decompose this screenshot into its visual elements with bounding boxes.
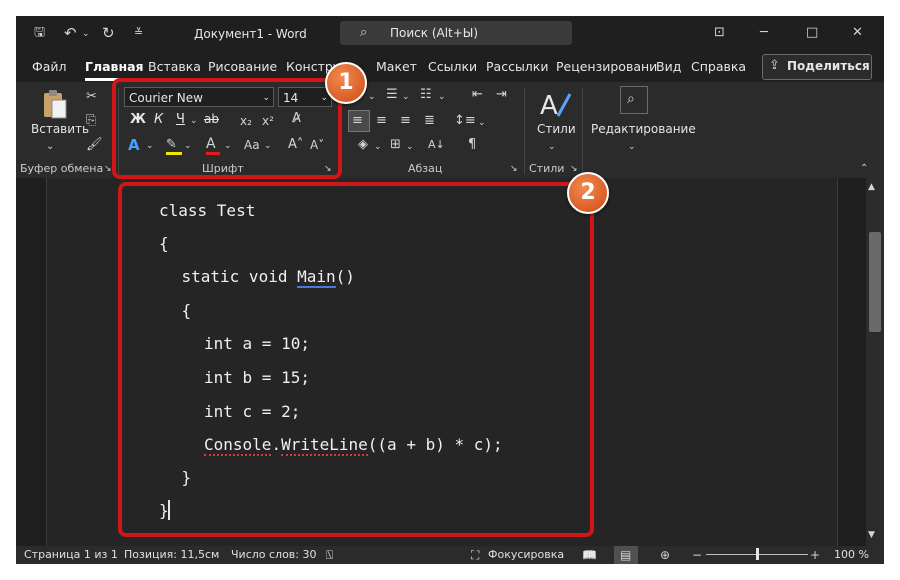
callout-badge-2: 2 bbox=[567, 172, 609, 214]
copy-icon[interactable]: ⎘ bbox=[86, 112, 96, 130]
line-spacing-icon[interactable]: ↕≡ bbox=[454, 112, 476, 130]
editing-button[interactable]: ⌕ bbox=[620, 86, 648, 114]
save-icon[interactable]: 🖫 bbox=[34, 24, 45, 42]
share-button[interactable]: ⇪ Поделиться bbox=[762, 54, 872, 80]
read-mode-icon[interactable]: 📖 bbox=[582, 546, 597, 564]
bullets-dropdown-icon[interactable]: ⌄ bbox=[368, 88, 376, 106]
styles-icon[interactable]: A bbox=[538, 88, 572, 121]
find-icon: ⌕ bbox=[627, 91, 635, 107]
tab-insert[interactable]: Вставка bbox=[148, 59, 201, 74]
close-button[interactable]: ✕ bbox=[852, 24, 863, 42]
collapse-ribbon-icon[interactable]: ⌃ bbox=[860, 160, 868, 178]
font-group-highlight bbox=[112, 78, 342, 179]
tab-layout[interactable]: Макет bbox=[376, 59, 417, 74]
borders-dropdown-icon[interactable]: ⌄ bbox=[406, 138, 414, 156]
share-icon: ⇪ bbox=[769, 58, 780, 73]
redo-icon[interactable]: ↻ bbox=[102, 24, 115, 42]
zoom-slider-thumb[interactable] bbox=[756, 548, 759, 560]
align-center-icon[interactable]: ≡ bbox=[376, 112, 387, 130]
tab-view[interactable]: Вид bbox=[656, 59, 681, 74]
print-layout-button[interactable]: ▤ bbox=[614, 546, 638, 564]
document-title: Документ1 - Word bbox=[194, 27, 307, 41]
zoom-in-icon[interactable]: + bbox=[810, 546, 820, 564]
undo-dropdown-icon[interactable]: ⌄ bbox=[82, 25, 90, 43]
numbering-icon[interactable]: ☰ bbox=[386, 86, 398, 104]
search-box[interactable]: ⌕ Поиск (Alt+Ы) bbox=[340, 21, 572, 45]
separator bbox=[524, 88, 525, 174]
tab-home[interactable]: Главная bbox=[85, 59, 144, 74]
clipboard-group-label: Буфер обмена bbox=[20, 162, 104, 175]
word-count[interactable]: Число слов: 30 bbox=[231, 546, 317, 564]
decrease-indent-icon[interactable]: ⇤ bbox=[472, 86, 483, 104]
zoom-level[interactable]: 100 % bbox=[834, 546, 869, 564]
word-window: 🖫 ↶ ⌄ ↻ ≚ Документ1 - Word ⌕ Поиск (Alt+… bbox=[16, 16, 884, 564]
styles-dropdown-icon[interactable]: ⌄ bbox=[548, 138, 556, 156]
ribbon-display-icon[interactable]: ⊡ bbox=[714, 24, 725, 42]
callout-badge-1: 1 bbox=[325, 62, 367, 104]
search-placeholder: Поиск (Alt+Ы) bbox=[390, 26, 479, 40]
page-count[interactable]: Страница 1 из 1 bbox=[24, 546, 118, 564]
web-layout-icon[interactable]: ⊕ bbox=[660, 546, 670, 564]
separator bbox=[582, 88, 583, 174]
paragraph-launcher-icon[interactable]: ↘ bbox=[510, 160, 518, 178]
styles-group-label: Стили bbox=[529, 162, 565, 175]
paste-label[interactable]: Вставить bbox=[31, 122, 89, 136]
focus-icon[interactable]: ⛶ bbox=[471, 546, 479, 564]
clipboard-launcher-icon[interactable]: ↘ bbox=[104, 160, 112, 178]
multilevel-dropdown-icon[interactable]: ⌄ bbox=[438, 88, 446, 106]
justify-icon[interactable]: ≣ bbox=[424, 112, 435, 130]
editing-dropdown-icon[interactable]: ⌄ bbox=[628, 138, 636, 156]
cursor-position[interactable]: Позиция: 11,5см bbox=[124, 546, 219, 564]
tab-references[interactable]: Ссылки bbox=[428, 59, 477, 74]
show-formatting-icon[interactable]: ¶ bbox=[468, 136, 476, 154]
shading-dropdown-icon[interactable]: ⌄ bbox=[374, 138, 382, 156]
svg-text:A: A bbox=[540, 91, 558, 120]
paragraph-group-label: Абзац bbox=[408, 162, 443, 175]
align-right-icon[interactable]: ≡ bbox=[400, 112, 411, 130]
scrollbar-thumb[interactable] bbox=[869, 232, 881, 332]
cut-icon[interactable]: ✂ bbox=[86, 88, 97, 106]
increase-indent-icon[interactable]: ⇥ bbox=[496, 86, 507, 104]
paste-icon[interactable] bbox=[40, 88, 70, 122]
focus-mode-label[interactable]: Фокусировка bbox=[488, 546, 564, 564]
proofing-icon[interactable]: ⍂ bbox=[326, 546, 333, 564]
code-highlight bbox=[118, 182, 594, 537]
line-spacing-dropdown-icon[interactable]: ⌄ bbox=[478, 114, 486, 132]
sort-icon[interactable]: A↓ bbox=[428, 136, 445, 154]
search-icon: ⌕ bbox=[360, 25, 368, 40]
tab-help[interactable]: Справка bbox=[691, 59, 746, 74]
borders-icon[interactable]: ⊞ bbox=[390, 136, 401, 154]
minimize-button[interactable]: ─ bbox=[760, 24, 768, 42]
print-layout-icon: ▤ bbox=[620, 548, 632, 562]
tab-review[interactable]: Рецензировани bbox=[556, 59, 657, 74]
zoom-out-icon[interactable]: − bbox=[692, 546, 702, 564]
paste-dropdown-icon[interactable]: ⌄ bbox=[46, 138, 54, 156]
undo-icon[interactable]: ↶ bbox=[64, 24, 77, 42]
scroll-down-icon[interactable]: ▼ bbox=[868, 526, 875, 544]
styles-label[interactable]: Стили bbox=[537, 122, 576, 136]
customize-toolbar-icon[interactable]: ≚ bbox=[134, 24, 143, 42]
format-painter-icon[interactable]: 🖌 bbox=[86, 136, 103, 154]
editing-label[interactable]: Редактирование bbox=[591, 122, 696, 136]
tab-draw[interactable]: Рисование bbox=[208, 59, 277, 74]
tab-mailings[interactable]: Рассылки bbox=[486, 59, 548, 74]
tab-file[interactable]: Файл bbox=[32, 59, 67, 74]
align-left-icon: ≡ bbox=[352, 113, 363, 128]
scroll-up-icon[interactable]: ▲ bbox=[868, 178, 875, 196]
multilevel-list-icon[interactable]: ☷ bbox=[420, 86, 432, 104]
share-label: Поделиться bbox=[787, 59, 870, 73]
align-left-button[interactable]: ≡ bbox=[348, 110, 370, 132]
maximize-button[interactable]: □ bbox=[806, 24, 818, 42]
shading-icon[interactable]: ◈ bbox=[358, 136, 368, 154]
numbering-dropdown-icon[interactable]: ⌄ bbox=[402, 88, 410, 106]
